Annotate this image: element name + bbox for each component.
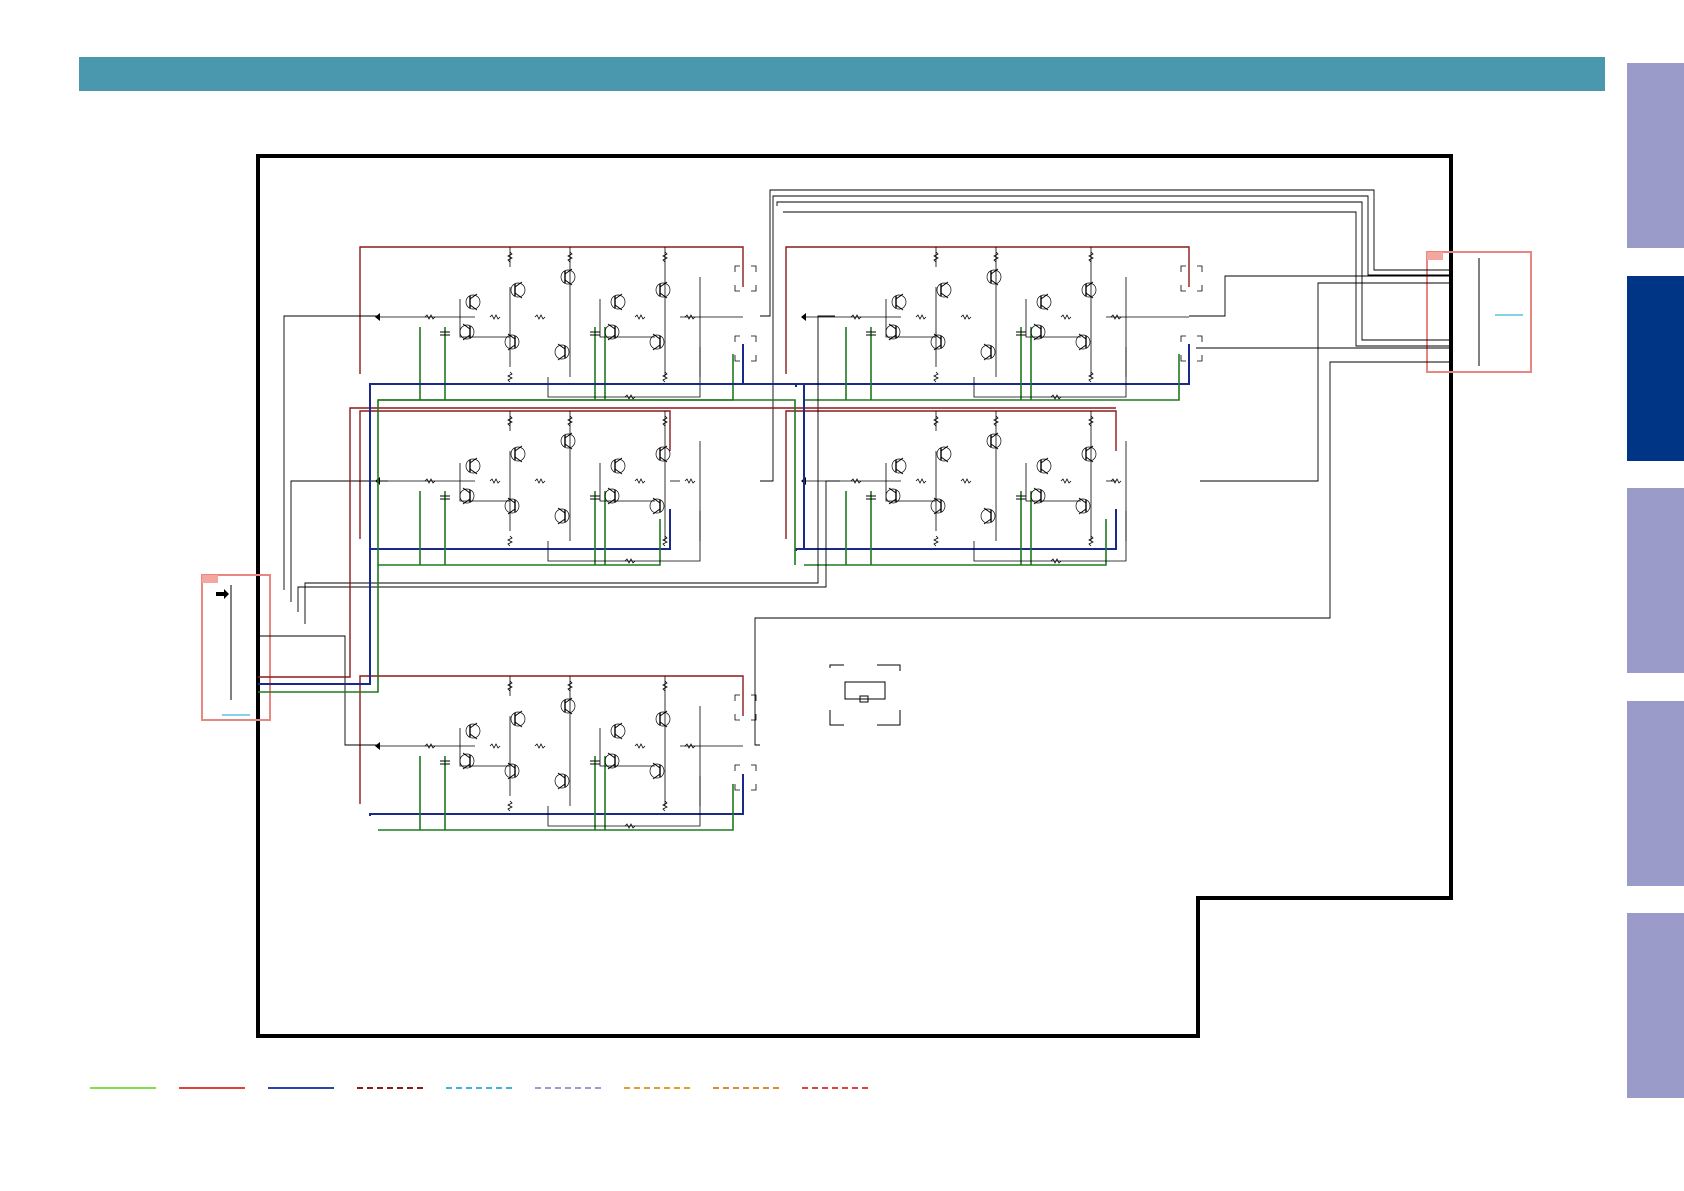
signal-wire-10 [1200,282,1451,482]
amp-channel-center [359,410,701,566]
side-tab-strip [1627,0,1684,1191]
signal-wire-1 [283,315,380,590]
signal-wire-3 [297,480,840,612]
signal-wire-7 [760,195,1451,482]
side-tab-2[interactable] [1627,276,1684,461]
amp-channel-surround-right [785,410,1127,566]
oscillator-component [829,664,901,726]
legend-line-7 [624,1087,690,1089]
legend-line-4 [357,1087,423,1089]
side-tab-4[interactable] [1627,701,1684,886]
legend-line-3 [268,1087,334,1089]
schematic-diagram [201,154,1532,1038]
signal-wire-5 [258,635,380,746]
signal-wire-12 [783,211,1451,347]
amp-channel-front-right [785,246,1203,401]
signal-routing [258,189,1451,746]
amplifier-channels [359,246,1203,831]
legend-line-8 [713,1087,779,1089]
signal-wire-6 [760,189,1451,317]
side-tab-1[interactable] [1627,63,1684,248]
legend-line-1 [90,1087,156,1089]
line-legend [90,1083,890,1095]
board-outline [256,154,1453,1038]
signal-wire-9 [1189,275,1451,317]
legend-line-6 [535,1087,601,1089]
amp-channel-front-left [359,246,757,401]
side-tab-5[interactable] [1627,913,1684,1098]
side-tab-3[interactable] [1627,488,1684,673]
signal-wire-2 [290,480,388,602]
amp-channel-surround-left [359,675,757,831]
legend-line-2 [179,1087,245,1089]
legend-line-9 [802,1087,868,1089]
legend-line-5 [446,1087,512,1089]
signal-wire-8 [754,361,1451,746]
signal-wire-11 [776,201,1451,341]
